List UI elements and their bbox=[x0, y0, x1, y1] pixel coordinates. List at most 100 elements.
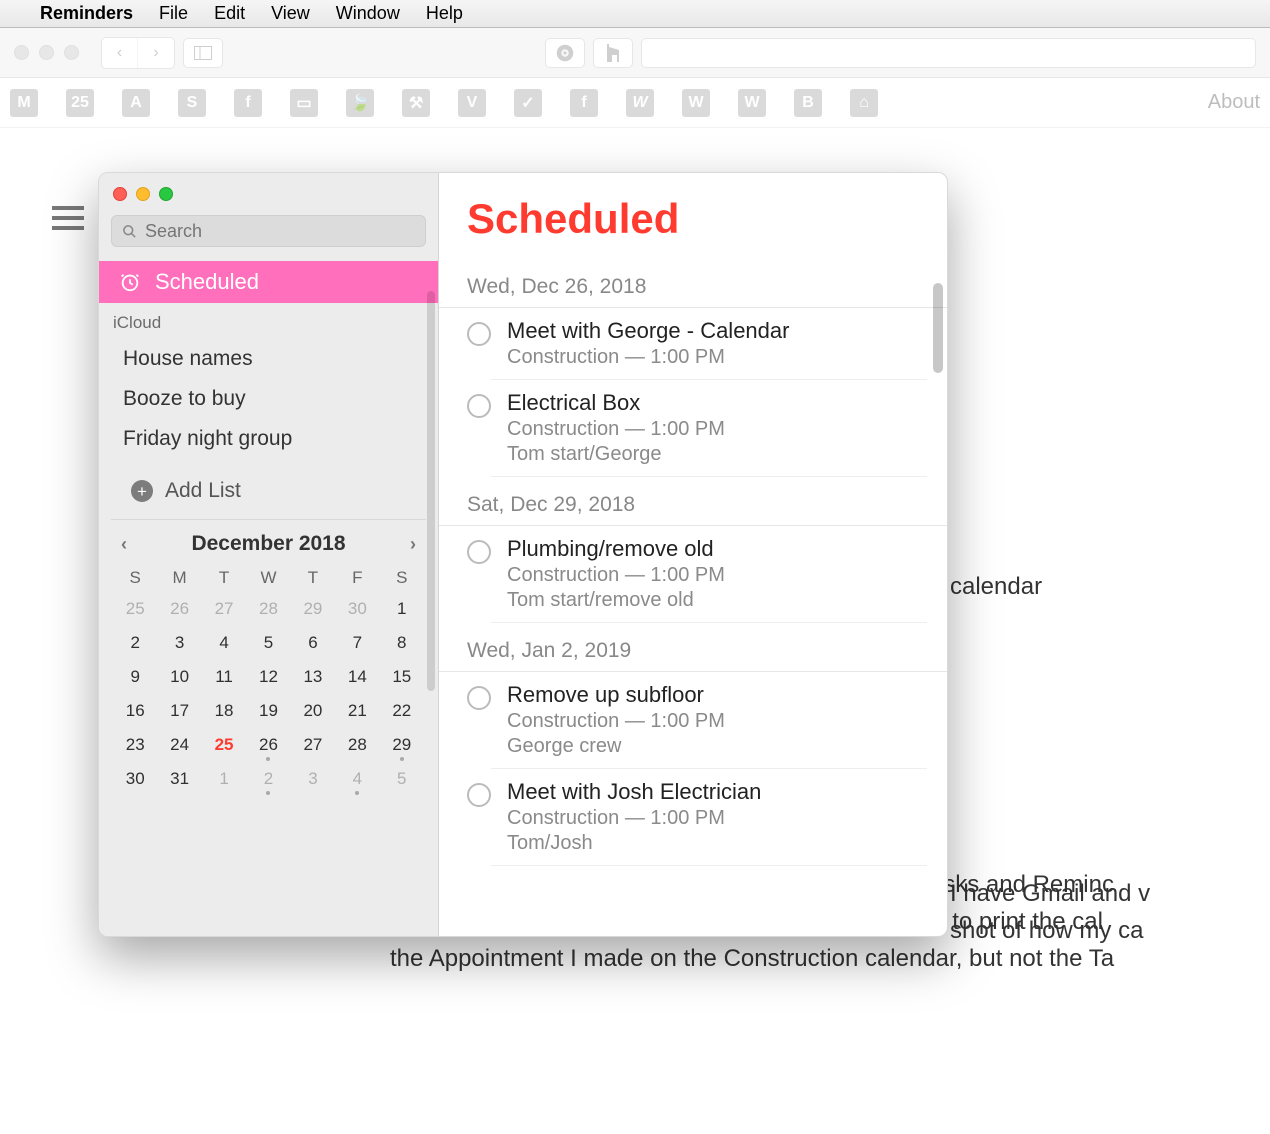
bg-close-dot[interactable] bbox=[14, 45, 29, 60]
sidebar-list-booze[interactable]: Booze to buy bbox=[99, 379, 438, 419]
cal-prev-button[interactable]: ‹ bbox=[119, 534, 129, 555]
cal-day[interactable]: 4 bbox=[335, 762, 379, 796]
reminder-row[interactable]: Meet with Josh ElectricianConstruction —… bbox=[491, 769, 927, 866]
cal-next-button[interactable]: › bbox=[408, 534, 418, 555]
cal-day[interactable]: 19 bbox=[246, 694, 290, 728]
reminder-checkbox[interactable] bbox=[467, 540, 491, 564]
cal-day[interactable]: 29 bbox=[291, 592, 335, 626]
hamburger-icon[interactable] bbox=[52, 206, 84, 230]
cal-day[interactable]: 13 bbox=[291, 660, 335, 694]
cal-day[interactable]: 12 bbox=[246, 660, 290, 694]
bookmark-v-icon[interactable]: V bbox=[458, 89, 486, 117]
app-name[interactable]: Reminders bbox=[40, 3, 133, 24]
cal-day[interactable]: 23 bbox=[113, 728, 157, 762]
cal-day[interactable]: 27 bbox=[202, 592, 246, 626]
cal-day[interactable]: 1 bbox=[380, 592, 424, 626]
bg-zoom-dot[interactable] bbox=[64, 45, 79, 60]
cal-day[interactable]: 28 bbox=[335, 728, 379, 762]
menu-edit[interactable]: Edit bbox=[214, 3, 245, 24]
bookmark-leaf-icon[interactable]: 🍃 bbox=[346, 89, 374, 117]
bookmark-hammer-icon[interactable]: ⚒ bbox=[402, 89, 430, 117]
sidebar-list-friday[interactable]: Friday night group bbox=[99, 419, 438, 459]
cal-day[interactable]: 17 bbox=[157, 694, 201, 728]
search-box[interactable] bbox=[111, 215, 426, 247]
cal-day[interactable]: 24 bbox=[157, 728, 201, 762]
menu-help[interactable]: Help bbox=[426, 3, 463, 24]
cal-day[interactable]: 27 bbox=[291, 728, 335, 762]
reminder-checkbox[interactable] bbox=[467, 322, 491, 346]
bookmark-w-italic-icon[interactable]: W bbox=[626, 89, 654, 117]
reminder-row[interactable]: Meet with George - CalendarConstruction … bbox=[491, 308, 927, 380]
cal-day[interactable]: 22 bbox=[380, 694, 424, 728]
cal-day[interactable]: 3 bbox=[291, 762, 335, 796]
minimize-button[interactable] bbox=[136, 187, 150, 201]
pinterest-icon[interactable] bbox=[545, 38, 585, 68]
cal-day[interactable]: 25 bbox=[113, 592, 157, 626]
cal-day[interactable]: 30 bbox=[335, 592, 379, 626]
bookmark-b-icon[interactable]: B bbox=[794, 89, 822, 117]
cal-day[interactable]: 4 bbox=[202, 626, 246, 660]
address-bar[interactable] bbox=[641, 38, 1256, 68]
bg-min-dot[interactable] bbox=[39, 45, 54, 60]
bookmark-facebook-icon[interactable]: f bbox=[234, 89, 262, 117]
cal-day[interactable]: 1 bbox=[202, 762, 246, 796]
forward-button[interactable]: › bbox=[138, 38, 174, 68]
main-scrollbar[interactable] bbox=[933, 283, 943, 373]
menu-file[interactable]: File bbox=[159, 3, 188, 24]
cal-day[interactable]: 20 bbox=[291, 694, 335, 728]
cal-day[interactable]: 10 bbox=[157, 660, 201, 694]
reminder-row[interactable]: Electrical BoxConstruction — 1:00 PMTom … bbox=[491, 380, 927, 477]
search-input[interactable] bbox=[145, 221, 415, 242]
cal-day[interactable]: 2 bbox=[246, 762, 290, 796]
back-button[interactable]: ‹ bbox=[102, 38, 138, 68]
reminder-checkbox[interactable] bbox=[467, 394, 491, 418]
cal-day[interactable]: 26 bbox=[246, 728, 290, 762]
cal-day[interactable]: 14 bbox=[335, 660, 379, 694]
cal-day[interactable]: 6 bbox=[291, 626, 335, 660]
reminder-checkbox[interactable] bbox=[467, 686, 491, 710]
cal-day[interactable]: 16 bbox=[113, 694, 157, 728]
bookmark-about-link[interactable]: About bbox=[1208, 91, 1260, 114]
bookmark-briefcase-icon[interactable]: ▭ bbox=[290, 89, 318, 117]
bookmark-gmail-icon[interactable]: M bbox=[10, 89, 38, 117]
cal-day[interactable]: 9 bbox=[113, 660, 157, 694]
sidebar-list-house-names[interactable]: House names bbox=[99, 339, 438, 379]
menu-window[interactable]: Window bbox=[336, 3, 400, 24]
cal-day[interactable]: 26 bbox=[157, 592, 201, 626]
cal-dow: M bbox=[157, 564, 201, 592]
bookmark-calendar-icon[interactable]: 25 bbox=[66, 89, 94, 117]
cal-day[interactable]: 5 bbox=[246, 626, 290, 660]
bookmark-s-icon[interactable]: S bbox=[178, 89, 206, 117]
cal-day[interactable]: 28 bbox=[246, 592, 290, 626]
cal-day[interactable]: 18 bbox=[202, 694, 246, 728]
cal-day[interactable]: 8 bbox=[380, 626, 424, 660]
bookmark-w2-icon[interactable]: W bbox=[682, 89, 710, 117]
bookmark-w3-icon[interactable]: W bbox=[738, 89, 766, 117]
menu-view[interactable]: View bbox=[271, 3, 310, 24]
sidebar-scrollbar[interactable] bbox=[427, 291, 435, 691]
cal-day[interactable]: 7 bbox=[335, 626, 379, 660]
close-button[interactable] bbox=[113, 187, 127, 201]
cal-day[interactable]: 5 bbox=[380, 762, 424, 796]
cal-day[interactable]: 3 bbox=[157, 626, 201, 660]
bookmark-check-icon[interactable]: ✓ bbox=[514, 89, 542, 117]
reminder-checkbox[interactable] bbox=[467, 783, 491, 807]
zoom-button[interactable] bbox=[159, 187, 173, 201]
sidebar-toggle-button[interactable] bbox=[183, 38, 223, 68]
bookmark-facebook2-icon[interactable]: f bbox=[570, 89, 598, 117]
cal-day[interactable]: 21 bbox=[335, 694, 379, 728]
add-list-button[interactable]: + Add List bbox=[111, 465, 426, 520]
bookmark-airbnb-icon[interactable]: A bbox=[122, 89, 150, 117]
bookmark-home-icon[interactable]: ⌂ bbox=[850, 89, 878, 117]
sidebar-item-scheduled[interactable]: Scheduled bbox=[99, 261, 438, 303]
cal-day[interactable]: 25 bbox=[202, 728, 246, 762]
cal-day[interactable]: 11 bbox=[202, 660, 246, 694]
houzz-icon[interactable] bbox=[593, 38, 633, 68]
cal-day[interactable]: 31 bbox=[157, 762, 201, 796]
cal-day[interactable]: 29 bbox=[380, 728, 424, 762]
reminder-row[interactable]: Plumbing/remove oldConstruction — 1:00 P… bbox=[491, 526, 927, 623]
cal-day[interactable]: 2 bbox=[113, 626, 157, 660]
reminder-row[interactable]: Remove up subfloorConstruction — 1:00 PM… bbox=[491, 672, 927, 769]
cal-day[interactable]: 15 bbox=[380, 660, 424, 694]
cal-day[interactable]: 30 bbox=[113, 762, 157, 796]
